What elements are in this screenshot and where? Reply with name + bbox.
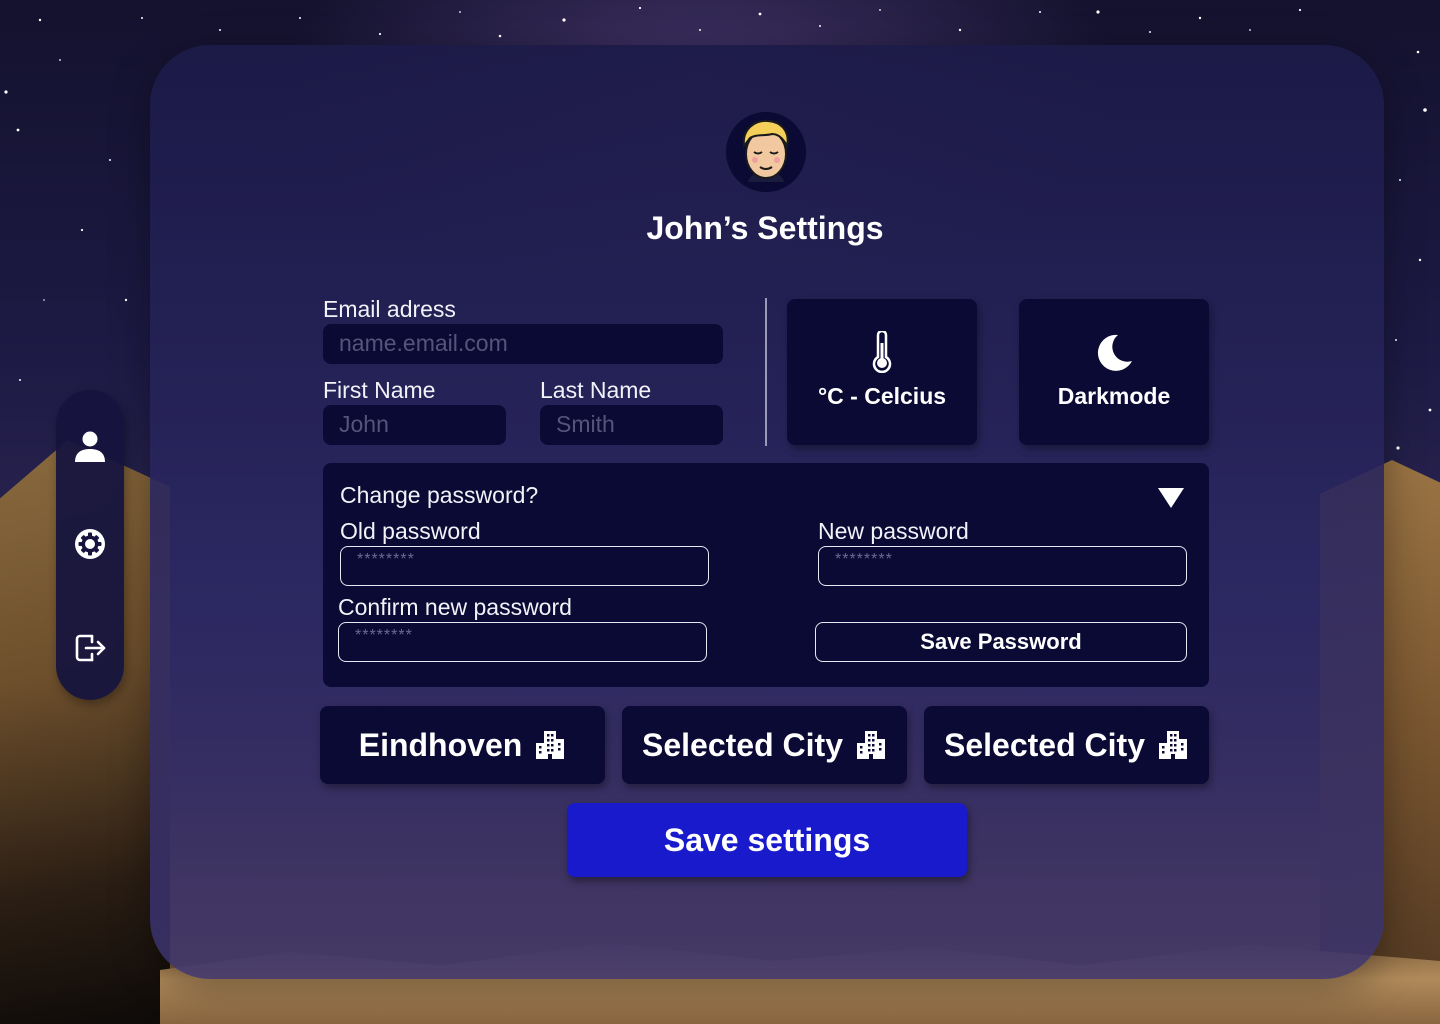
email-field[interactable]: name.email.com [323, 324, 723, 364]
avatar-cartoon-face-icon [726, 112, 806, 192]
sidebar [56, 390, 124, 700]
old-password-placeholder: ******** [357, 551, 415, 568]
confirm-password-field[interactable]: ******** [338, 622, 707, 662]
new-password-label: New password [818, 518, 969, 544]
first-name-field[interactable]: John [323, 405, 506, 445]
city-building-icon [536, 731, 565, 759]
page-title: John’s Settings [646, 210, 884, 246]
avatar[interactable] [726, 112, 806, 192]
change-password-heading: Change password? [340, 482, 539, 508]
city-button-1[interactable]: Eindhoven [320, 706, 605, 784]
city-button-3[interactable]: Selected City [924, 706, 1209, 784]
thermometer-icon [872, 331, 892, 373]
city-label: Selected City [944, 726, 1145, 763]
gear-icon [75, 529, 105, 559]
confirm-password-placeholder: ******** [355, 627, 413, 644]
email-placeholder: name.email.com [339, 330, 508, 356]
new-password-field[interactable]: ******** [818, 546, 1187, 586]
sidebar-item-settings[interactable] [70, 524, 110, 564]
sidebar-item-profile[interactable] [70, 426, 110, 466]
temperature-unit-label: °C - Celcius [817, 383, 947, 409]
darkmode-label: Darkmode [1057, 383, 1171, 409]
old-password-label: Old password [340, 518, 481, 544]
section-divider [765, 298, 767, 446]
email-label: Email adress [323, 296, 456, 322]
temperature-unit-button[interactable]: °C - Celcius [787, 299, 977, 445]
triangle-down-icon[interactable] [1157, 487, 1185, 509]
confirm-password-label: Confirm new password [338, 594, 572, 620]
new-password-placeholder: ******** [835, 551, 893, 568]
moon-icon [1097, 334, 1132, 371]
city-button-2[interactable]: Selected City [622, 706, 907, 784]
first-name-label: First Name [323, 377, 436, 403]
city-label: Eindhoven [358, 726, 523, 763]
last-name-field[interactable]: Smith [540, 405, 723, 445]
darkmode-button[interactable]: Darkmode [1019, 299, 1209, 445]
logout-icon [75, 634, 106, 662]
old-password-field[interactable]: ******** [340, 546, 709, 586]
user-icon [75, 431, 105, 462]
city-building-icon [1158, 731, 1187, 759]
sidebar-item-logout[interactable] [70, 628, 110, 668]
last-name-label: Last Name [540, 377, 652, 403]
save-password-button[interactable]: Save Password [815, 622, 1187, 662]
city-building-icon [856, 731, 885, 759]
last-name-placeholder: Smith [556, 411, 615, 437]
save-settings-button[interactable]: Save settings [567, 803, 967, 877]
city-label: Selected City [642, 726, 843, 763]
first-name-placeholder: John [339, 411, 389, 437]
